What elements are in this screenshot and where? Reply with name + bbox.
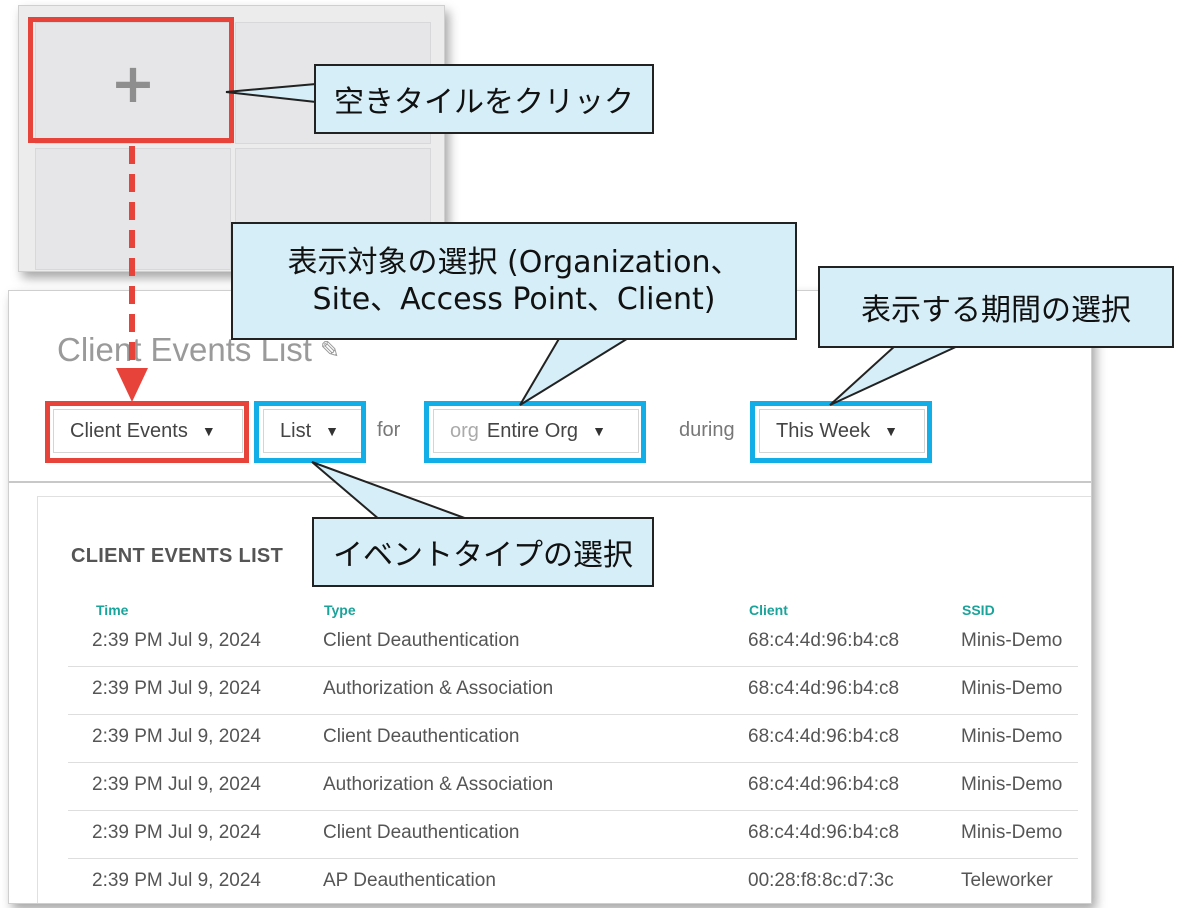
callout-text: 空きタイルをクリック (334, 85, 634, 120)
callout-text-line2: Site、Access Point、Client) (312, 282, 716, 317)
cell-type: Client Deauthentication (323, 630, 520, 651)
callout-text: 表示する期間の選択 (861, 293, 1131, 328)
cell-client: 00:28:f8:8c:d7:3c (748, 870, 894, 891)
callout-text-line1: 表示対象の選択 (Organization、 (287, 244, 741, 280)
divider (9, 481, 1091, 483)
callout-click-empty-tile: 空きタイルをクリック (314, 64, 654, 134)
cell-client: 68:c4:4d:96:b4:c8 (748, 678, 900, 699)
callout-select-event-type: イベントタイプの選択 (312, 517, 654, 587)
cell-type: Authorization & Association (323, 678, 554, 699)
table-row[interactable]: 2:39 PM Jul 9, 2024 Client Deauthenticat… (68, 811, 1078, 859)
cell-ssid: Minis-Demo (961, 726, 1063, 747)
dashed-arrow (116, 146, 148, 402)
table-row[interactable]: 2:39 PM Jul 9, 2024 Authorization & Asso… (68, 763, 1078, 811)
cell-client: 68:c4:4d:96:b4:c8 (748, 822, 900, 843)
cell-client: 68:c4:4d:96:b4:c8 (748, 774, 900, 795)
client-events-widget: Client Events List ✎ Client Events ▼ Lis… (8, 290, 1092, 904)
cell-type: Authorization & Association (323, 774, 554, 795)
column-header-client[interactable]: Client (749, 602, 788, 618)
cell-time: 2:39 PM Jul 9, 2024 (92, 774, 261, 795)
empty-tile-highlight (28, 17, 234, 143)
cell-time: 2:39 PM Jul 9, 2024 (92, 726, 261, 747)
card-title: CLIENT EVENTS LIST (71, 545, 284, 567)
column-header-ssid[interactable]: SSID (962, 602, 995, 618)
cell-type: Client Deauthentication (323, 726, 520, 747)
callout-text: イベントタイプの選択 (333, 538, 633, 573)
cell-ssid: Minis-Demo (961, 774, 1063, 795)
cell-time: 2:39 PM Jul 9, 2024 (92, 630, 261, 651)
cell-ssid: Minis-Demo (961, 678, 1063, 699)
cell-time: 2:39 PM Jul 9, 2024 (92, 870, 261, 891)
cell-time: 2:39 PM Jul 9, 2024 (92, 822, 261, 843)
table-row[interactable]: 2:39 PM Jul 9, 2024 Client Deauthenticat… (68, 619, 1078, 667)
column-header-type[interactable]: Type (324, 602, 356, 618)
for-label: for (377, 419, 401, 441)
table-row[interactable]: 2:39 PM Jul 9, 2024 AP Deauthentication … (68, 859, 1078, 903)
view-highlight (254, 401, 366, 463)
data-type-highlight (45, 401, 249, 463)
cell-ssid: Minis-Demo (961, 822, 1063, 843)
cell-client: 68:c4:4d:96:b4:c8 (748, 630, 900, 651)
cell-client: 68:c4:4d:96:b4:c8 (748, 726, 900, 747)
table-row[interactable]: 2:39 PM Jul 9, 2024 Authorization & Asso… (68, 667, 1078, 715)
cell-time: 2:39 PM Jul 9, 2024 (92, 678, 261, 699)
cell-ssid: Teleworker (961, 870, 1053, 891)
callout-select-target: 表示対象の選択 (Organization、 Site、Access Point… (231, 222, 797, 340)
table-row[interactable]: 2:39 PM Jul 9, 2024 Client Deauthenticat… (68, 715, 1078, 763)
cell-type: Client Deauthentication (323, 822, 520, 843)
scope-highlight (424, 401, 646, 463)
callout-select-period: 表示する期間の選択 (818, 266, 1174, 348)
during-label: during (679, 419, 735, 441)
cell-type: AP Deauthentication (323, 870, 496, 891)
column-header-time[interactable]: Time (96, 602, 128, 618)
period-highlight (750, 401, 932, 463)
cell-ssid: Minis-Demo (961, 630, 1063, 651)
